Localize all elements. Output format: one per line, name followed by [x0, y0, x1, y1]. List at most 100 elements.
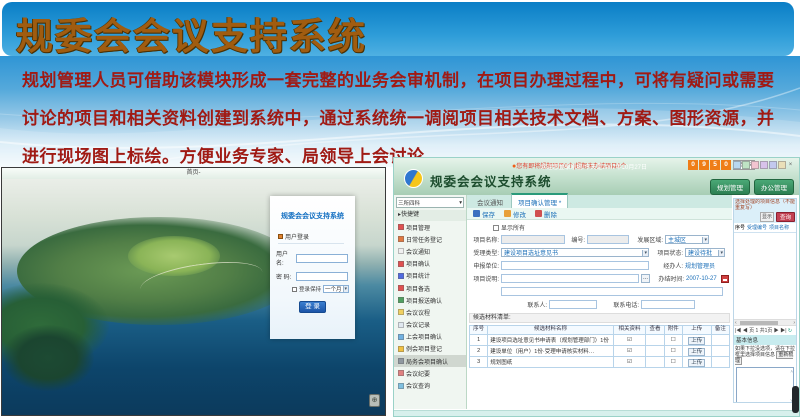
picker-hscrollbar[interactable]: ‹ ›: [734, 319, 796, 326]
browse-button[interactable]: ...: [641, 274, 650, 283]
attachment-checkbox[interactable]: ☐: [664, 356, 682, 367]
desc-label: 项目说明:: [469, 274, 499, 283]
menu-item-icon: [398, 358, 404, 364]
toolbar-button[interactable]: 保存: [473, 209, 495, 219]
material-row[interactable]: 1 建设项目选址意见书申请表（规划管理部门）1份 ☑ ☐ 上传: [470, 334, 730, 345]
query-button[interactable]: 查询: [776, 212, 795, 222]
material-row[interactable]: 3 规划图纸 ☑ ☐ 上传: [470, 356, 730, 367]
material-row[interactable]: 2 建设单位（用户）1份·受理申请核实材料… ☑ ☐ 上传: [470, 345, 730, 356]
project-name-label: 项目名称:: [469, 235, 499, 244]
show-button[interactable]: 显示: [760, 212, 774, 222]
count-badge[interactable]: 0: [688, 160, 698, 170]
intro-band: 规划管理人员可借助该模块形成一套完整的业务会审机制，在项目办理过程中，可将有疑问…: [0, 56, 800, 167]
related-checkbox[interactable]: ☑: [613, 356, 646, 367]
sidebar-menu-item[interactable]: 局务会项目确认: [394, 355, 466, 367]
upload-button[interactable]: 上传: [688, 337, 705, 345]
sidebar-menu-item[interactable]: 项目统计: [394, 270, 466, 282]
scroll-left-icon[interactable]: ‹: [735, 320, 737, 326]
tab[interactable]: 会议通知: [471, 195, 509, 208]
project-picker-panel: 选择处理的项目信息（不能重复写） 显示 查询 序号 受理编号 项目名称 ‹ › …: [733, 198, 797, 403]
menu-item-icon: [398, 334, 404, 340]
module-button[interactable]: 规划管理: [710, 179, 750, 195]
number-label: 编号:: [567, 235, 585, 244]
theme-swatch[interactable]: [733, 161, 741, 169]
department-select[interactable]: 三所四科 ▾: [396, 197, 464, 208]
sidebar-menu-item[interactable]: 上会项目确认: [394, 331, 466, 343]
related-checkbox[interactable]: ☑: [613, 345, 646, 356]
calendar-icon[interactable]: [721, 275, 729, 283]
attachment-checkbox[interactable]: ☐: [664, 345, 682, 356]
scroll-thumb[interactable]: [740, 321, 778, 325]
material-table-header: 序号候选材料名称相关资料查看附件上传备注: [470, 326, 730, 335]
sidebar-menu-item[interactable]: 会议通知: [394, 245, 466, 257]
app-title: 规委会会议支持系统: [430, 171, 552, 190]
picker-pagination[interactable]: |◀ ◀ 页 1 共1页 ▶ ▶| ↻: [734, 326, 796, 335]
sidebar-menu-item[interactable]: 会议记录: [394, 319, 466, 331]
tab[interactable]: 项目确认管理 *: [511, 193, 568, 208]
keep-login-checkbox[interactable]: [292, 287, 297, 292]
phone-input[interactable]: [641, 300, 695, 309]
sidebar-menu-item[interactable]: 日常任务登记: [394, 233, 466, 245]
sidebar-menu-item[interactable]: 项目确认: [394, 258, 466, 270]
login-system-title: 规委会会议支持系统: [270, 211, 355, 221]
sidebar-menu-item[interactable]: 项目报送确认: [394, 294, 466, 306]
sidebar: 三所四科 ▾ ▸快捷键 项目管理 日常任务登记 会议通知: [394, 195, 467, 409]
login-panel: 规委会会议支持系统 用户登录 用户名: 密 码: 登录保持: [270, 196, 355, 339]
shortcut-header[interactable]: ▸快捷键: [394, 210, 466, 221]
number-input[interactable]: [587, 235, 629, 244]
close-icon[interactable]: ×: [787, 161, 794, 169]
theme-swatch[interactable]: [778, 161, 786, 169]
count-badge[interactable]: 5: [710, 160, 720, 170]
keep-duration-select[interactable]: 一个月 ▾: [323, 285, 349, 293]
menu-item-icon: [398, 297, 404, 303]
login-button[interactable]: 登 录: [299, 301, 326, 313]
col-accept-no[interactable]: 受理编号: [746, 223, 768, 232]
show-all-checkbox[interactable]: [493, 225, 499, 231]
theme-swatch[interactable]: [751, 161, 759, 169]
sidebar-menu-item[interactable]: 会议查询: [394, 379, 466, 391]
col-project-name[interactable]: 项目名称: [768, 223, 790, 232]
toolbar-button[interactable]: 删除: [535, 209, 557, 219]
sidebar-menu-item[interactable]: 会议纪要: [394, 367, 466, 379]
scroll-right-icon[interactable]: ›: [793, 320, 795, 326]
accept-type-select[interactable]: 建设项目选址意见书 ▾: [501, 248, 649, 257]
page-vscrollbar-thumb[interactable]: [792, 386, 799, 413]
contact-input[interactable]: [549, 300, 597, 309]
sidebar-menu-item[interactable]: 项目备选: [394, 282, 466, 294]
phone-label: 联系电话:: [599, 300, 639, 309]
theme-swatch[interactable]: [760, 161, 768, 169]
module-button[interactable]: 办公管理: [754, 179, 794, 195]
username-input[interactable]: [296, 254, 348, 263]
region-select[interactable]: 主城区 ▾: [665, 235, 709, 244]
count-badge[interactable]: 0: [721, 160, 731, 170]
scroll-up-icon[interactable]: ˄: [790, 369, 793, 374]
map-control-icon[interactable]: ⊕: [369, 394, 380, 407]
upload-button[interactable]: 上传: [688, 348, 705, 356]
related-checkbox[interactable]: ☑: [613, 334, 646, 345]
desc-input[interactable]: [501, 274, 639, 283]
sidebar-menu-item[interactable]: 例会项目登记: [394, 343, 466, 355]
extra-input[interactable]: [501, 287, 723, 296]
login-section-header: 用户登录: [278, 232, 344, 244]
attachment-checkbox[interactable]: ☐: [664, 334, 682, 345]
password-input[interactable]: [296, 272, 348, 281]
count-badge[interactable]: 9: [699, 160, 709, 170]
project-name-input[interactable]: [501, 235, 565, 244]
toolbar-button[interactable]: 修改: [504, 209, 526, 219]
password-label: 密 码:: [276, 272, 294, 281]
chevron-down-icon: ▾: [702, 237, 708, 243]
sidebar-menu-item[interactable]: 项目管理: [394, 221, 466, 233]
material-col-header: 候选材料名称: [488, 326, 613, 335]
status-select[interactable]: 建设待批 ▾: [685, 248, 725, 257]
menu-item-icon: [398, 261, 404, 267]
handler-label: 经办人:: [651, 261, 683, 270]
sidebar-menu-item[interactable]: 会议议程: [394, 306, 466, 318]
theme-swatch[interactable]: [742, 161, 750, 169]
upload-button[interactable]: 上传: [688, 359, 705, 367]
remark-textarea[interactable]: ˄ ˅: [736, 367, 794, 403]
accept-type-label: 受理类型:: [469, 248, 499, 257]
refresh-icon[interactable]: ↻: [788, 328, 792, 334]
apply-unit-input[interactable]: [501, 261, 649, 270]
handler-value: 规划管理员: [685, 261, 715, 270]
theme-swatch[interactable]: [769, 161, 777, 169]
